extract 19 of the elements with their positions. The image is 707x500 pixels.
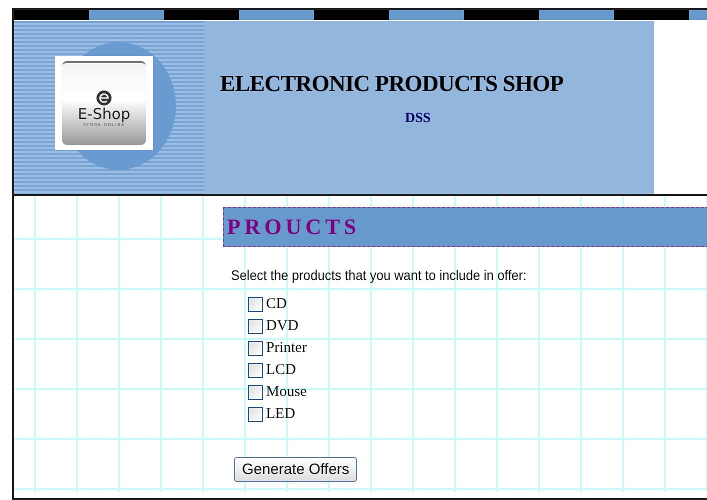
checkbox[interactable]: [248, 340, 263, 356]
checkbox-label: LCD: [266, 361, 296, 379]
checkbox-label: DVD: [266, 317, 298, 335]
checkbox[interactable]: [248, 384, 263, 400]
checkbox-label: CD: [266, 295, 287, 313]
section-title: PROUCTS: [227, 214, 360, 240]
logo-name: E-Shop: [78, 106, 130, 122]
checkbox-label: Printer: [266, 339, 307, 357]
instruction-text: Select the products that you want to include in offer:: [231, 267, 526, 283]
shop-title: ELECTRONIC PRODUCTS SHOP: [220, 71, 564, 97]
checkbox[interactable]: [248, 296, 263, 312]
checkbox[interactable]: [248, 406, 263, 422]
checkbox-label: Mouse: [266, 383, 307, 401]
generate-offers-button[interactable]: Generate Offers: [234, 457, 358, 482]
shop-subtitle: DSS: [405, 111, 431, 127]
checkbox[interactable]: [248, 318, 263, 334]
checkbox-label: LED: [266, 405, 296, 423]
e-globe-icon: [96, 90, 112, 106]
checkbox[interactable]: [248, 362, 263, 378]
